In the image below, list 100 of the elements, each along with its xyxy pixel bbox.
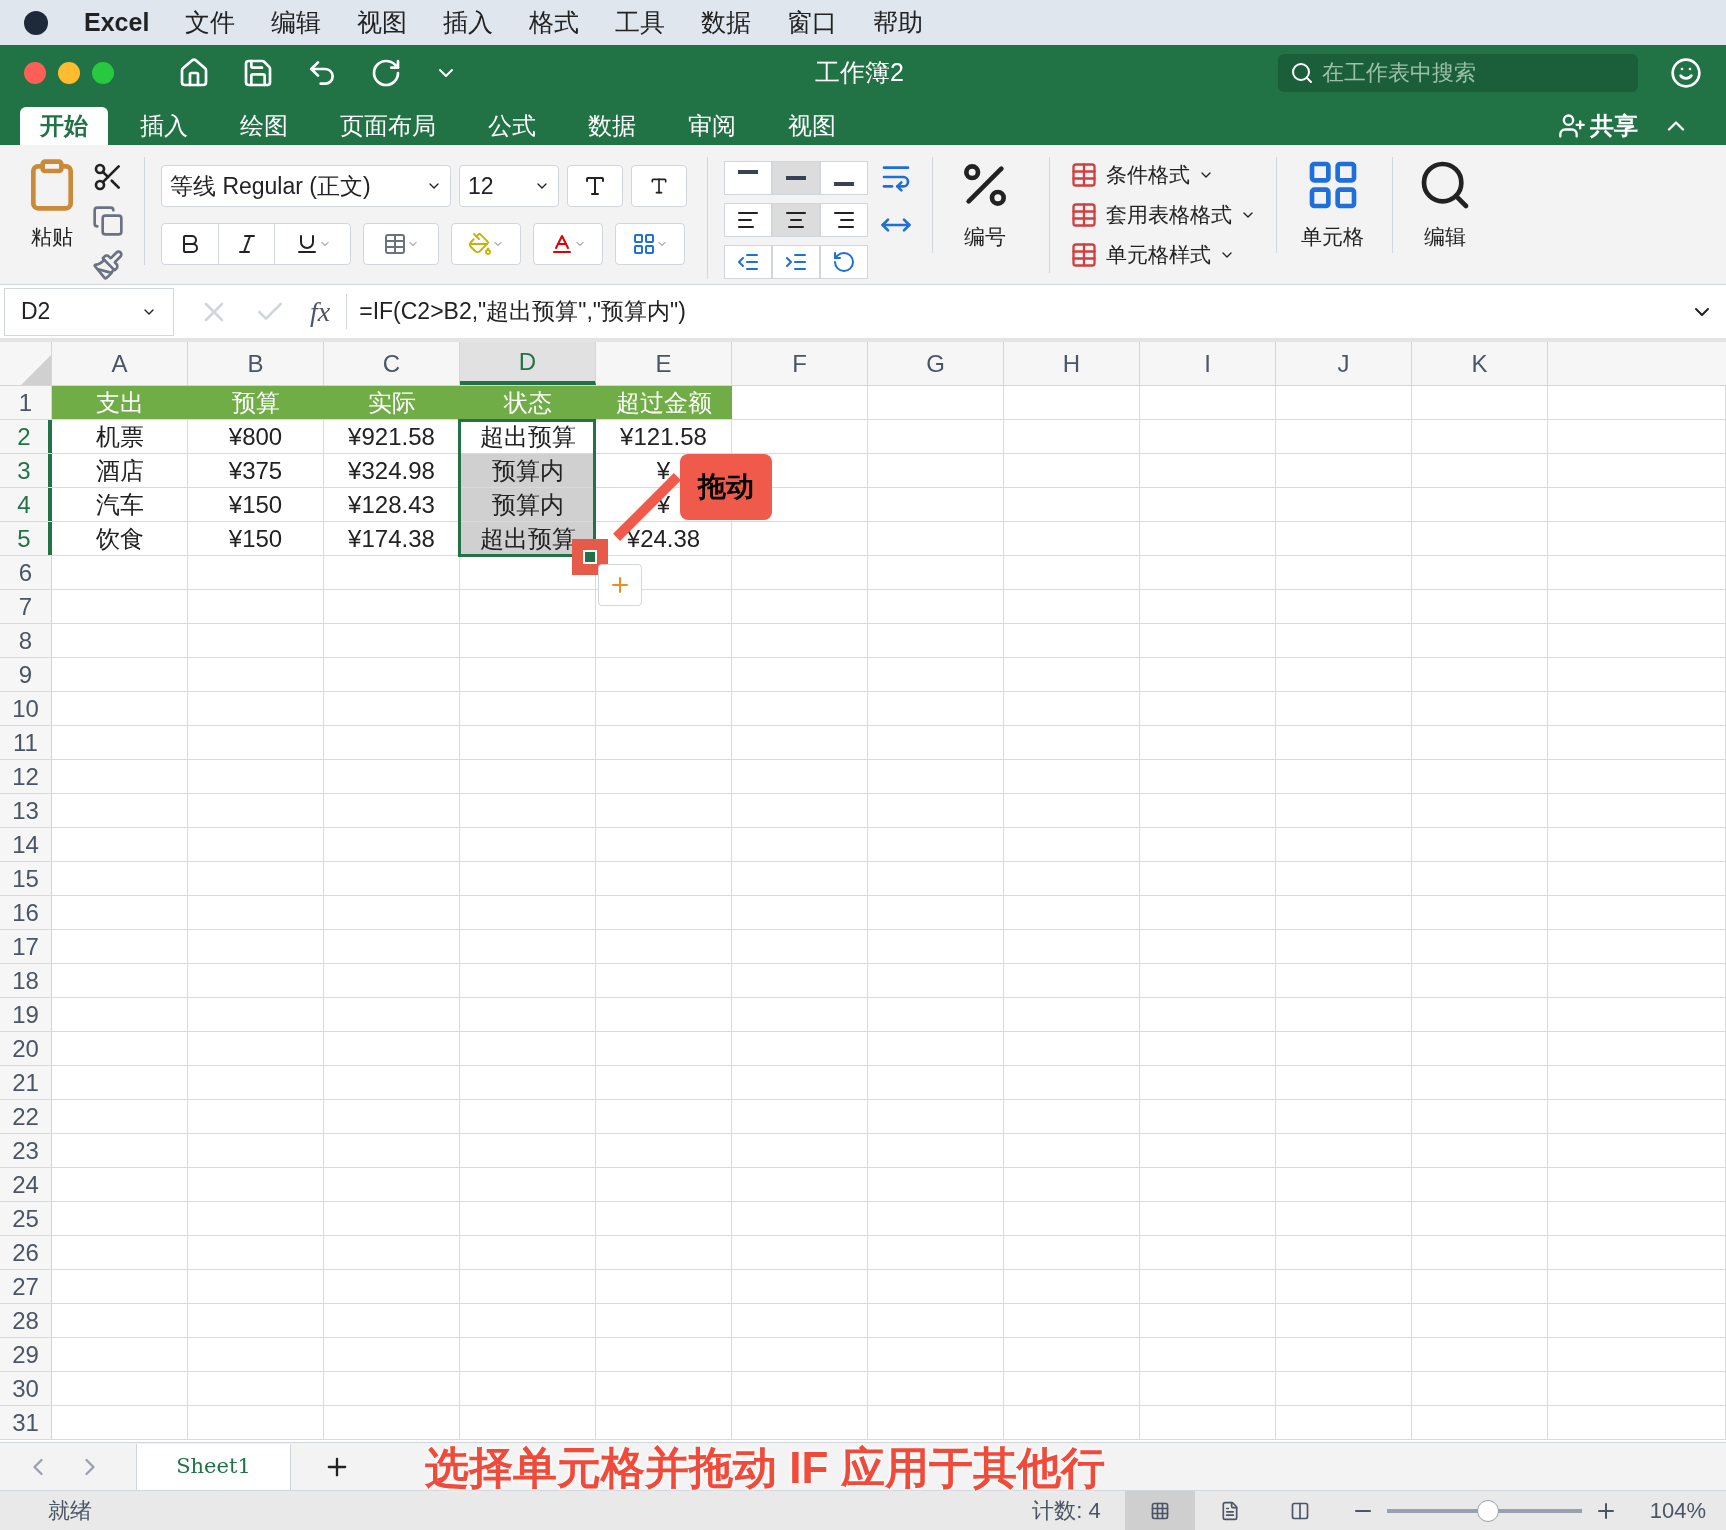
column-header[interactable]: F (732, 342, 868, 385)
row-header[interactable]: 24 (0, 1168, 52, 1201)
zoom-slider[interactable] (1386, 1498, 1582, 1523)
row-header[interactable]: 20 (0, 1032, 52, 1065)
menu-item[interactable]: 视图 (357, 3, 408, 42)
orientation-button[interactable] (820, 245, 868, 279)
insert-function-button[interactable]: fx (310, 290, 331, 333)
row-header[interactable]: 12 (0, 760, 52, 793)
view-button[interactable] (1124, 1490, 1195, 1530)
menu-item[interactable]: 工具 (615, 3, 666, 42)
row-header[interactable]: 27 (0, 1270, 52, 1303)
row-header[interactable]: 10 (0, 692, 52, 725)
formula-field[interactable]: =IF(C2>B2,"超出预算","预算内") (346, 294, 1690, 329)
align-center-button[interactable] (772, 203, 820, 237)
row-header[interactable]: 25 (0, 1202, 52, 1235)
paste-button[interactable]: 粘贴 (24, 157, 80, 281)
column-header[interactable]: E (596, 342, 732, 385)
row-header[interactable]: 30 (0, 1372, 52, 1405)
table-cell: ¥150 (188, 488, 324, 521)
menu-item[interactable]: 插入 (443, 3, 494, 42)
row-header[interactable]: 29 (0, 1338, 52, 1371)
font-dropdown[interactable]: 等线 Regular (正文) (161, 165, 451, 207)
name-box[interactable]: D2 (4, 287, 174, 336)
row-header[interactable]: 9 (0, 658, 52, 691)
row-header[interactable]: 8 (0, 624, 52, 657)
align-left-button[interactable] (724, 203, 772, 237)
app-menu[interactable]: Excel (84, 3, 150, 42)
slider-thumb[interactable] (1477, 1499, 1500, 1522)
shrink-font-button[interactable] (631, 165, 687, 207)
row-header[interactable]: 5 (0, 522, 52, 555)
ribbon-tab[interactable]: 插入 (120, 107, 208, 145)
grow-font-button[interactable] (567, 165, 623, 207)
decrease-indent-button[interactable] (724, 245, 772, 279)
row-header[interactable]: 6 (0, 556, 52, 589)
column-header[interactable]: A (52, 342, 188, 385)
smiley-icon[interactable] (1670, 56, 1702, 89)
column-header[interactable]: B (188, 342, 324, 385)
search-field[interactable]: 在工作表中搜索 (1278, 53, 1638, 92)
styles-menu-button[interactable]: 单元格样式 (1070, 237, 1256, 273)
align-middle-button[interactable] (772, 161, 820, 195)
ribbon-tab[interactable]: 页面布局 (320, 107, 456, 145)
row-header[interactable]: 4 (0, 488, 52, 521)
row-header[interactable]: 26 (0, 1236, 52, 1269)
ribbon-tab[interactable]: 审阅 (668, 107, 756, 145)
column-header[interactable]: K (1412, 342, 1548, 385)
styles-menu-button[interactable]: 条件格式 (1070, 157, 1256, 193)
row-header[interactable]: 7 (0, 590, 52, 623)
share-button[interactable]: 共享 (1558, 108, 1638, 144)
increase-indent-button[interactable] (772, 245, 820, 279)
row-header[interactable]: 21 (0, 1066, 52, 1099)
cells-button[interactable]: 单元格 (1276, 157, 1372, 253)
align-top-button[interactable] (724, 161, 772, 195)
row-header[interactable]: 1 (0, 386, 52, 419)
row-header[interactable]: 3 (0, 454, 52, 487)
ribbon-tab[interactable]: 开始 (20, 107, 108, 145)
column-header[interactable]: J (1276, 342, 1412, 385)
menu-item[interactable]: 编辑 (271, 3, 322, 42)
align-right-button[interactable] (820, 203, 868, 237)
row-header[interactable]: 13 (0, 794, 52, 827)
row-header[interactable]: 22 (0, 1100, 52, 1133)
row-header[interactable]: 11 (0, 726, 52, 759)
row-header[interactable]: 28 (0, 1304, 52, 1337)
align-bottom-button[interactable] (820, 161, 868, 195)
fill-color-button[interactable] (451, 223, 521, 265)
editing-button[interactable]: 编辑 (1392, 157, 1473, 253)
minimize-button[interactable] (58, 61, 80, 84)
home-icon[interactable] (178, 56, 210, 89)
menu-item[interactable]: 帮助 (873, 3, 924, 42)
format-painter-icon[interactable] (92, 249, 124, 281)
row-header[interactable]: 16 (0, 896, 52, 929)
menu-item[interactable]: 格式 (529, 3, 580, 42)
font-size-dropdown[interactable]: 12 (459, 165, 559, 207)
column-header[interactable]: D (460, 342, 596, 385)
apple-icon[interactable] (24, 10, 48, 35)
sheet-tab[interactable]: Sheet1 (136, 1443, 291, 1490)
row-header[interactable]: 19 (0, 998, 52, 1031)
borders-button[interactable] (363, 223, 439, 265)
styles-button[interactable] (615, 223, 685, 265)
row-header[interactable]: 17 (0, 930, 52, 963)
ribbon-tab[interactable]: 视图 (768, 107, 856, 145)
column-header[interactable]: G (868, 342, 1004, 385)
column-header[interactable]: H (1004, 342, 1140, 385)
zoom-button[interactable] (92, 61, 114, 84)
styles-menu-button[interactable]: 套用表格格式 (1070, 197, 1256, 233)
row-header[interactable]: 15 (0, 862, 52, 895)
row-header[interactable]: 2 (0, 420, 52, 453)
row-header[interactable]: 14 (0, 828, 52, 861)
menu-item[interactable]: 窗口 (787, 3, 838, 42)
ribbon-tab[interactable]: 公式 (468, 107, 556, 145)
ribbon-tab[interactable]: 数据 (568, 107, 656, 145)
ribbon-tab[interactable]: 绘图 (220, 107, 308, 145)
row-header[interactable]: 31 (0, 1406, 52, 1439)
menu-item[interactable]: 数据 (701, 3, 752, 42)
font-color-button[interactable] (533, 223, 603, 265)
column-header[interactable]: I (1140, 342, 1276, 385)
row-header[interactable]: 18 (0, 964, 52, 997)
row-header[interactable]: 23 (0, 1134, 52, 1167)
menu-item[interactable]: 文件 (185, 3, 236, 42)
copy-icon[interactable] (92, 205, 124, 237)
number-format-button[interactable]: 编号 (932, 157, 1029, 253)
